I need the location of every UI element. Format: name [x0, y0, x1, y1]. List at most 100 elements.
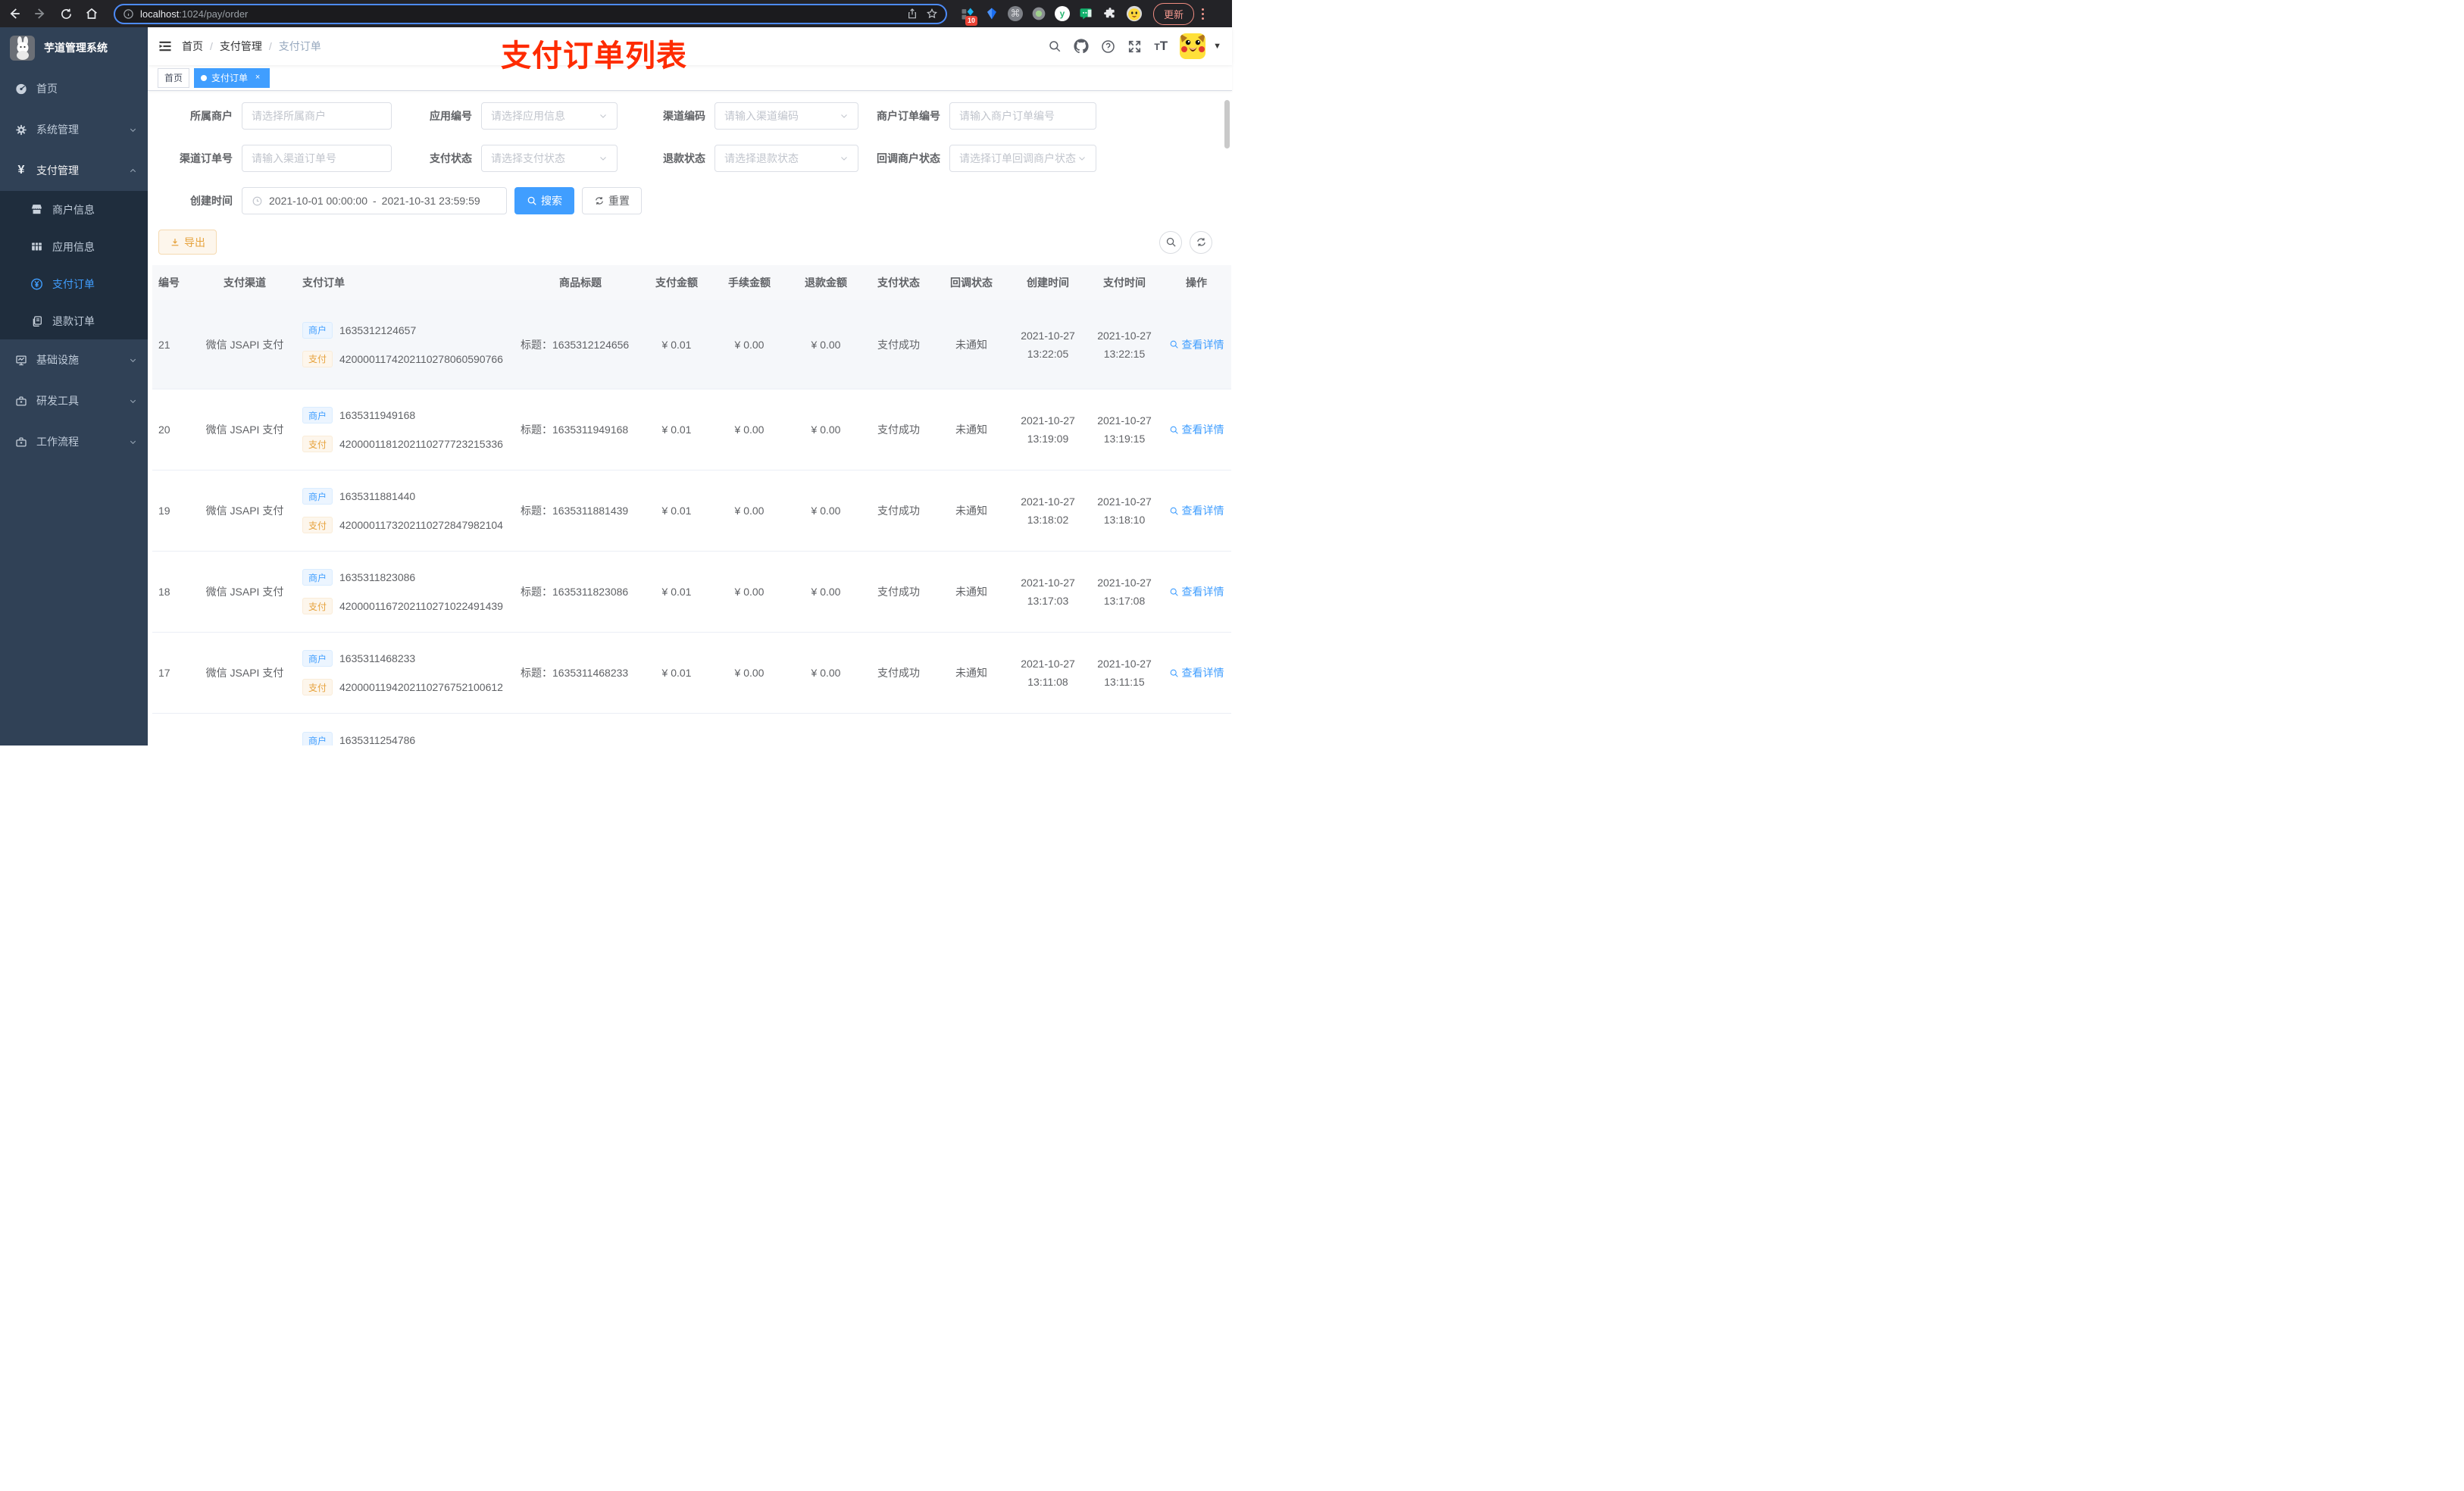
export-button[interactable]: 导出: [158, 230, 217, 255]
home-button[interactable]: [80, 3, 103, 24]
help-icon[interactable]: [1101, 39, 1115, 54]
merchant-order-no-field[interactable]: [949, 102, 1096, 130]
col-channel: 支付渠道: [224, 277, 266, 289]
date-range-value: 2021-10-01 00:00:00-2021-10-31 23:59:59: [269, 195, 480, 207]
view-detail-link[interactable]: 查看详情: [1169, 503, 1224, 518]
share-icon[interactable]: [906, 8, 918, 20]
merchant-input[interactable]: [252, 110, 382, 122]
extensions-puzzle-icon[interactable]: [1102, 5, 1118, 22]
forward-button[interactable]: [29, 3, 52, 24]
channel-code-select[interactable]: 请输入渠道编码: [714, 102, 858, 130]
back-button[interactable]: [3, 3, 26, 24]
extension-chat-icon[interactable]: [1077, 5, 1094, 22]
sidebar-toggle-icon[interactable]: [148, 39, 182, 54]
profile-avatar-emoji[interactable]: [1126, 5, 1143, 22]
reset-button[interactable]: 重置: [582, 187, 642, 214]
navbar: 首页 / 支付管理 / 支付订单 支付订单列表 TT ▼: [148, 27, 1232, 73]
filter-form: 所属商户 应用编号 请选择应用信息 渠道编码 请输入渠道编码 商户订单编号: [148, 102, 1232, 214]
search-icon[interactable]: [1048, 39, 1062, 53]
yen-circle-icon: [30, 277, 43, 291]
navbar-actions: TT ▼: [1048, 33, 1232, 59]
sidebar-item-home[interactable]: 首页: [0, 68, 148, 109]
sidebar-item-refund-order[interactable]: 退款订单: [0, 302, 148, 339]
pay-tag: 支付: [302, 598, 333, 614]
table-tools: [1159, 230, 1212, 254]
browser-menu-icon[interactable]: [1202, 8, 1205, 20]
user-avatar[interactable]: [1180, 33, 1206, 59]
col-title: 商品标题: [559, 277, 602, 289]
chevron-down-icon: [129, 397, 137, 405]
extension-command-icon[interactable]: ⌘: [1008, 6, 1023, 21]
table-grid-icon: [30, 240, 43, 253]
status-text: 支付成功: [877, 338, 920, 351]
show-search-button[interactable]: [1159, 230, 1182, 254]
pay-status-select[interactable]: 请选择支付状态: [481, 145, 618, 172]
url-bar[interactable]: localhost:1024/pay/order: [114, 3, 947, 24]
merchant-select[interactable]: [242, 102, 392, 130]
reload-button[interactable]: [55, 3, 77, 24]
pay-tag: 支付: [302, 350, 333, 367]
breadcrumb-home[interactable]: 首页: [182, 39, 203, 54]
chevron-down-icon: [840, 111, 849, 120]
refund-status-select[interactable]: 请选择退款状态: [714, 145, 858, 172]
sidebar-item-pay-order[interactable]: 支付订单: [0, 265, 148, 302]
tag-pay-order[interactable]: 支付订单 ×: [194, 67, 270, 88]
tag-home[interactable]: 首页: [158, 67, 190, 88]
extensions-row: 10 ⌘ y: [959, 5, 1143, 26]
merchant-tag: 商户: [302, 569, 333, 586]
site-info-icon[interactable]: [123, 8, 134, 20]
app-window: 芋道管理系统 首页 系统管理 ¥ 支付管理 商户信息 应用信息 支付订单 退款订…: [0, 27, 1232, 746]
channel-order-no-input[interactable]: [252, 152, 382, 164]
sidebar-item-workflow[interactable]: 工作流程: [0, 421, 148, 462]
view-detail-link[interactable]: 查看详情: [1169, 665, 1224, 680]
col-paid: 支付时间: [1103, 277, 1146, 289]
extension-kite-icon[interactable]: [983, 5, 1000, 22]
sidebar-item-merchant-info[interactable]: 商户信息: [0, 191, 148, 228]
font-size-icon[interactable]: TT: [1154, 39, 1168, 54]
merchant-order-no-input[interactable]: [959, 110, 1087, 122]
table-row: 17 微信 JSAPI 支付 商户 1635311468233 支付 4200001…: [152, 633, 1231, 714]
filter-label-notify-status: 回调商户状态: [877, 152, 940, 164]
sidebar-item-infra[interactable]: 基础设施: [0, 339, 148, 380]
create-time-range-picker[interactable]: 2021-10-01 00:00:00-2021-10-31 23:59:59: [242, 187, 507, 214]
breadcrumb-pay[interactable]: 支付管理: [220, 39, 262, 54]
view-detail-link[interactable]: 查看详情: [1169, 584, 1224, 599]
dashboard-icon: [15, 83, 27, 95]
scrollbar-thumb[interactable]: [1224, 100, 1230, 148]
refresh-button[interactable]: [1190, 230, 1212, 254]
tag-active-dot: [201, 74, 208, 81]
merchant-tag: 商户: [302, 321, 333, 339]
view-detail-link[interactable]: 查看详情: [1169, 422, 1224, 437]
bookmark-star-icon[interactable]: [926, 8, 938, 20]
update-button[interactable]: 更新: [1153, 2, 1195, 25]
sidebar-item-dev-tools[interactable]: 研发工具: [0, 380, 148, 421]
extension-grid-icon[interactable]: 10: [959, 5, 978, 26]
search-button[interactable]: 搜索: [514, 187, 574, 214]
extension-y-icon[interactable]: y: [1055, 6, 1070, 21]
merchant-tag: 商户: [302, 650, 333, 667]
sidebar-item-pay[interactable]: ¥ 支付管理: [0, 150, 148, 191]
col-created: 创建时间: [1027, 277, 1069, 289]
col-fee: 手续金额: [728, 277, 771, 289]
chevron-down-icon: [840, 154, 849, 163]
extension-record-icon[interactable]: [1030, 5, 1047, 22]
toolbox-icon: [15, 395, 27, 408]
notify-status-select[interactable]: 请选择订单回调商户状态: [949, 145, 1096, 172]
breadcrumb-current: 支付订单: [278, 40, 321, 52]
github-icon[interactable]: [1074, 39, 1089, 54]
filter-label-pay-status: 支付状态: [430, 152, 472, 164]
avatar-caret-icon[interactable]: ▼: [1213, 42, 1221, 51]
sidebar-item-app-info[interactable]: 应用信息: [0, 228, 148, 265]
orders-table: 编号 支付渠道 支付订单 商品标题 支付金额 手续金额 退款金额 支付状态 回调…: [152, 265, 1231, 746]
table-row-partial: 商户 1635311254786: [152, 714, 1231, 746]
view-detail-link[interactable]: 查看详情: [1169, 337, 1224, 352]
app-title: 芋道管理系统: [44, 42, 108, 54]
col-id: 编号: [158, 277, 180, 289]
sidebar-logo[interactable]: 芋道管理系统: [0, 27, 148, 68]
app-select[interactable]: 请选择应用信息: [481, 102, 618, 130]
sidebar-item-system[interactable]: 系统管理: [0, 109, 148, 150]
fullscreen-icon[interactable]: [1127, 39, 1142, 54]
tag-close-icon[interactable]: ×: [252, 73, 263, 83]
clock-icon: [252, 195, 263, 207]
channel-order-no-field[interactable]: [242, 145, 392, 172]
